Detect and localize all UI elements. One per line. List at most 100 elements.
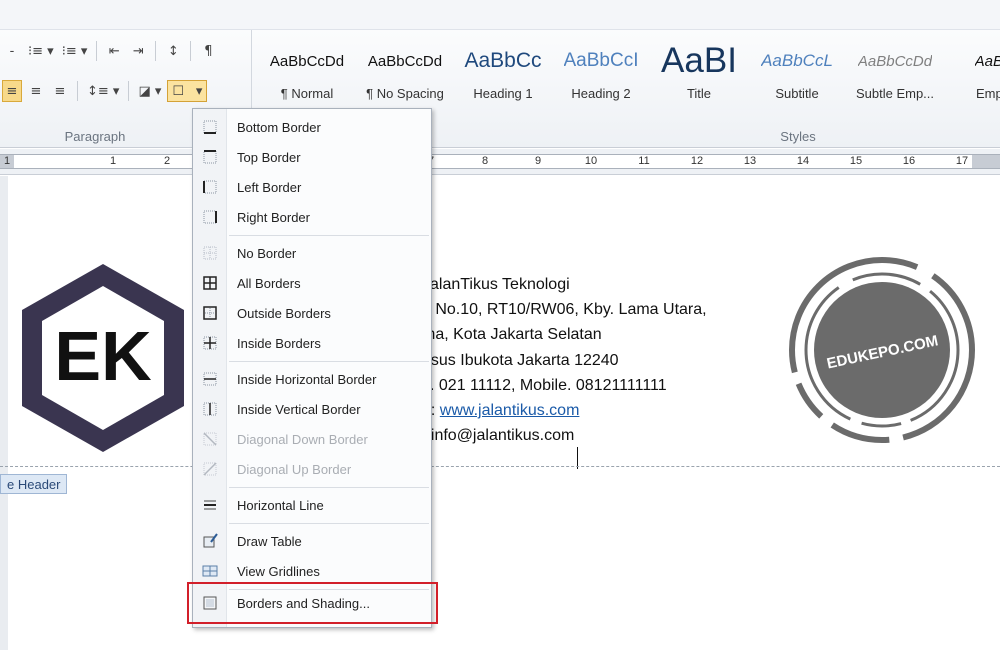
style-name: Emph <box>976 86 1000 101</box>
menu-separator <box>229 361 429 362</box>
style-title[interactable]: AaBI Title <box>650 36 748 114</box>
borders-button[interactable]: ☐ ▾ <box>167 80 208 102</box>
style-heading-2[interactable]: AaBbCcI Heading 2 <box>552 36 650 114</box>
sort-az-icon[interactable]: ↕ <box>163 40 183 62</box>
address-line: x. 021 11112, Mobile. 08121111111 <box>422 373 707 398</box>
menu-item-inside-vertical-border[interactable]: Inside Vertical Border <box>193 395 431 423</box>
divider <box>128 81 130 101</box>
logo-text: EK <box>54 317 151 395</box>
menu-item-inside-horizontal-border[interactable]: Inside Horizontal Border <box>193 365 431 393</box>
align-right-icon[interactable]: ≡ <box>26 80 46 102</box>
align-center-icon[interactable]: ≡ <box>2 80 22 102</box>
ruler-number: 16 <box>902 155 916 167</box>
style-no-spacing[interactable]: AaBbCcDd ¶ No Spacing <box>356 36 454 114</box>
ruler-number: 1 <box>3 155 11 167</box>
menu-item-left-border[interactable]: Left Border <box>193 173 431 201</box>
line-spacing-icon[interactable]: ↕≡ ▾ <box>85 80 121 102</box>
ruler-number: 17 <box>955 155 969 167</box>
style-sample: AaBbCcDd <box>857 52 933 70</box>
divider <box>155 41 157 61</box>
justify-icon[interactable]: ≡ <box>50 80 70 102</box>
menu-item-label: All Borders <box>237 275 301 291</box>
borders-dropdown-menu: Bottom Border Top Border Left Border Rig… <box>192 108 432 628</box>
address-line: a No.10, RT10/RW06, Kby. Lama Utara, <box>422 297 707 322</box>
menu-item-label: Top Border <box>237 149 301 165</box>
menu-item-label: Horizontal Line <box>237 497 324 513</box>
divider <box>190 41 192 61</box>
menu-item-no-border[interactable]: No Border <box>193 239 431 267</box>
edukepo-logo: EDUKEPO.COM <box>789 257 975 443</box>
borders-icon: ☐ <box>172 83 185 99</box>
diagonal-up-border-icon <box>193 455 227 483</box>
style-sample: AaBbCcDd <box>367 52 443 70</box>
style-name: Heading 1 <box>473 86 533 101</box>
chevron-down-icon: ▾ <box>195 83 203 99</box>
ruler-number: 10 <box>584 155 598 167</box>
ribbon: - ⁝≡ ▾ ⁝≡ ▾ ⇤ ⇥ ↕ ¶ ≡ ≡ ≡ ↕≡ ▾ ◪ ▾ ☐ ▾ Pa… <box>0 30 1000 148</box>
increase-indent-icon[interactable]: ⇥ <box>128 40 148 62</box>
numbering-icon[interactable]: ⁝≡ ▾ <box>26 40 56 62</box>
style-subtle-emphasis[interactable]: AaBbCcDd Subtle Emp... <box>846 36 944 114</box>
left-border-icon <box>193 173 227 201</box>
paragraph-row-1: - ⁝≡ ▾ ⁝≡ ▾ ⇤ ⇥ ↕ ¶ <box>0 38 218 64</box>
menu-item-label: Draw Table <box>237 533 302 549</box>
website-link[interactable]: www.jalantikus.com <box>440 402 580 419</box>
ruler-number: 1 <box>109 155 117 167</box>
style-normal[interactable]: AaBbCcDd ¶ Normal <box>258 36 356 114</box>
menu-item-draw-table[interactable]: Draw Table <box>193 527 431 555</box>
horizontal-line-icon <box>193 491 227 519</box>
ruler-number: 11 <box>638 155 650 167</box>
ek-logo: EK <box>22 264 184 452</box>
menu-item-label: View Gridlines <box>237 563 320 579</box>
menu-item-view-gridlines[interactable]: View Gridlines <box>193 557 431 585</box>
all-borders-icon <box>193 269 227 297</box>
menu-item-label: Bottom Border <box>237 119 321 135</box>
menu-item-diagonal-up-border[interactable]: Diagonal Up Border <box>193 455 431 483</box>
address-text: a No.10, RT10/RW06, Kby. Lama Utara, <box>422 301 707 319</box>
style-sample: AaBbCcI <box>563 50 639 71</box>
address-text: x. 021 11112, Mobile. 08121111111 <box>422 376 667 394</box>
menu-item-right-border[interactable]: Right Border <box>193 203 431 231</box>
inside-vertical-border-icon <box>193 395 227 423</box>
menu-item-bottom-border[interactable]: Bottom Border <box>193 113 431 141</box>
address-block[interactable]: JalanTikus Teknologi a No.10, RT10/RW06,… <box>422 272 707 448</box>
ruler-number: 13 <box>743 155 757 167</box>
style-name: Title <box>686 86 712 101</box>
header-tag[interactable]: e Header <box>0 474 68 494</box>
top-border-icon <box>193 143 227 171</box>
style-subtitle[interactable]: AaBbCcL Subtitle <box>748 36 846 114</box>
menu-item-label: Diagonal Up Border <box>237 461 352 477</box>
outside-borders-icon <box>193 299 227 327</box>
menu-item-diagonal-down-border[interactable]: Diagonal Down Border <box>193 425 431 453</box>
menu-item-horizontal-line[interactable]: Horizontal Line <box>193 491 431 519</box>
style-emphasis[interactable]: AaBb Emph <box>944 36 1000 114</box>
menu-separator <box>229 487 429 488</box>
menu-item-label: Inside Horizontal Border <box>237 371 377 387</box>
draw-table-icon <box>193 527 227 555</box>
menu-item-top-border[interactable]: Top Border <box>193 143 431 171</box>
menu-item-outside-borders[interactable]: Outside Borders <box>193 299 431 327</box>
address-text: usus Ibukota Jakarta 12240 <box>422 351 619 369</box>
style-name: ¶ Normal <box>280 86 334 101</box>
multilevel-list-icon[interactable]: ⁝≡ ▾ <box>60 40 90 62</box>
menu-item-label: Left Border <box>237 179 302 195</box>
style-sample: AaBb <box>974 52 1000 70</box>
sort-icon[interactable]: - <box>2 40 22 62</box>
menu-item-all-borders[interactable]: All Borders <box>193 269 431 297</box>
menu-item-inside-borders[interactable]: Inside Borders <box>193 329 431 357</box>
shading-icon[interactable]: ◪ ▾ <box>136 80 163 102</box>
title-bar <box>0 0 1000 30</box>
highlight-annotation <box>187 582 438 624</box>
show-marks-icon[interactable]: ¶ <box>198 40 218 62</box>
horizontal-ruler[interactable]: 1 1 2 7 8 9 10 11 12 13 14 15 16 17 <box>0 149 1000 175</box>
style-heading-1[interactable]: AaBbCc Heading 1 <box>454 36 552 114</box>
ruler-number: 12 <box>690 155 704 167</box>
style-sample: AaBbCcDd <box>269 52 345 70</box>
ruler-track: 1 1 2 7 8 9 10 11 12 13 14 15 16 17 <box>0 154 1000 169</box>
address-line: : info@jalantikus.com <box>422 423 707 448</box>
ruler-number: 14 <box>796 155 810 167</box>
styles-group-label: Styles <box>780 129 816 144</box>
ruler-number: 8 <box>481 155 489 167</box>
decrease-indent-icon[interactable]: ⇤ <box>104 40 124 62</box>
menu-item-label: Right Border <box>237 209 310 225</box>
